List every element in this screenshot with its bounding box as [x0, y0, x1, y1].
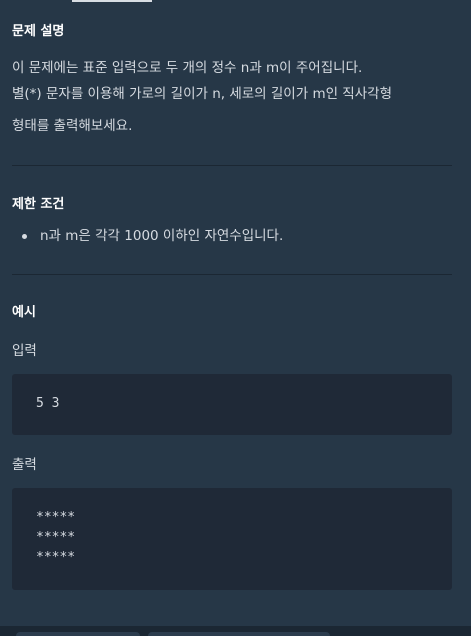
- problem-line-2: 별(*) 문자를 이용해 가로의 길이가 n, 세로의 길이가 m인 직사각형: [12, 86, 392, 102]
- list-item: n과 m은 각각 1000 이하인 자연수입니다.: [0, 224, 283, 249]
- divider: [12, 165, 452, 166]
- example-title: 예시: [12, 305, 36, 320]
- output-label: 출력: [12, 457, 37, 473]
- bottom-tab[interactable]: [148, 632, 330, 636]
- problem-line-1: 이 문제에는 표준 입력으로 두 개의 정수 n과 m이 주어집니다.: [12, 60, 363, 76]
- input-code-block: 5 3: [12, 374, 452, 435]
- output-line: *****: [36, 530, 76, 545]
- problem-line-3: 형태를 출력해보세요.: [12, 118, 133, 134]
- input-label: 입력: [12, 343, 37, 359]
- divider: [12, 274, 452, 275]
- constraint-text: n과 m은 각각 1000 이하인 자연수입니다.: [40, 228, 284, 244]
- problem-description-panel: 문제 설명 이 문제에는 표준 입력으로 두 개의 정수 n과 m이 주어집니다…: [0, 0, 471, 636]
- output-line: *****: [36, 550, 76, 565]
- output-code-block: ***** ***** *****: [12, 488, 452, 590]
- output-line: *****: [36, 510, 76, 525]
- constraints-list: n과 m은 각각 1000 이하인 자연수입니다.: [0, 224, 283, 249]
- constraints-title: 제한 조건: [12, 197, 65, 212]
- problem-title: 문제 설명: [12, 24, 65, 39]
- input-line: 5 3: [36, 396, 60, 411]
- bullet-icon: [22, 234, 27, 239]
- active-tab-indicator: [72, 0, 152, 2]
- bottom-tab[interactable]: [16, 632, 140, 636]
